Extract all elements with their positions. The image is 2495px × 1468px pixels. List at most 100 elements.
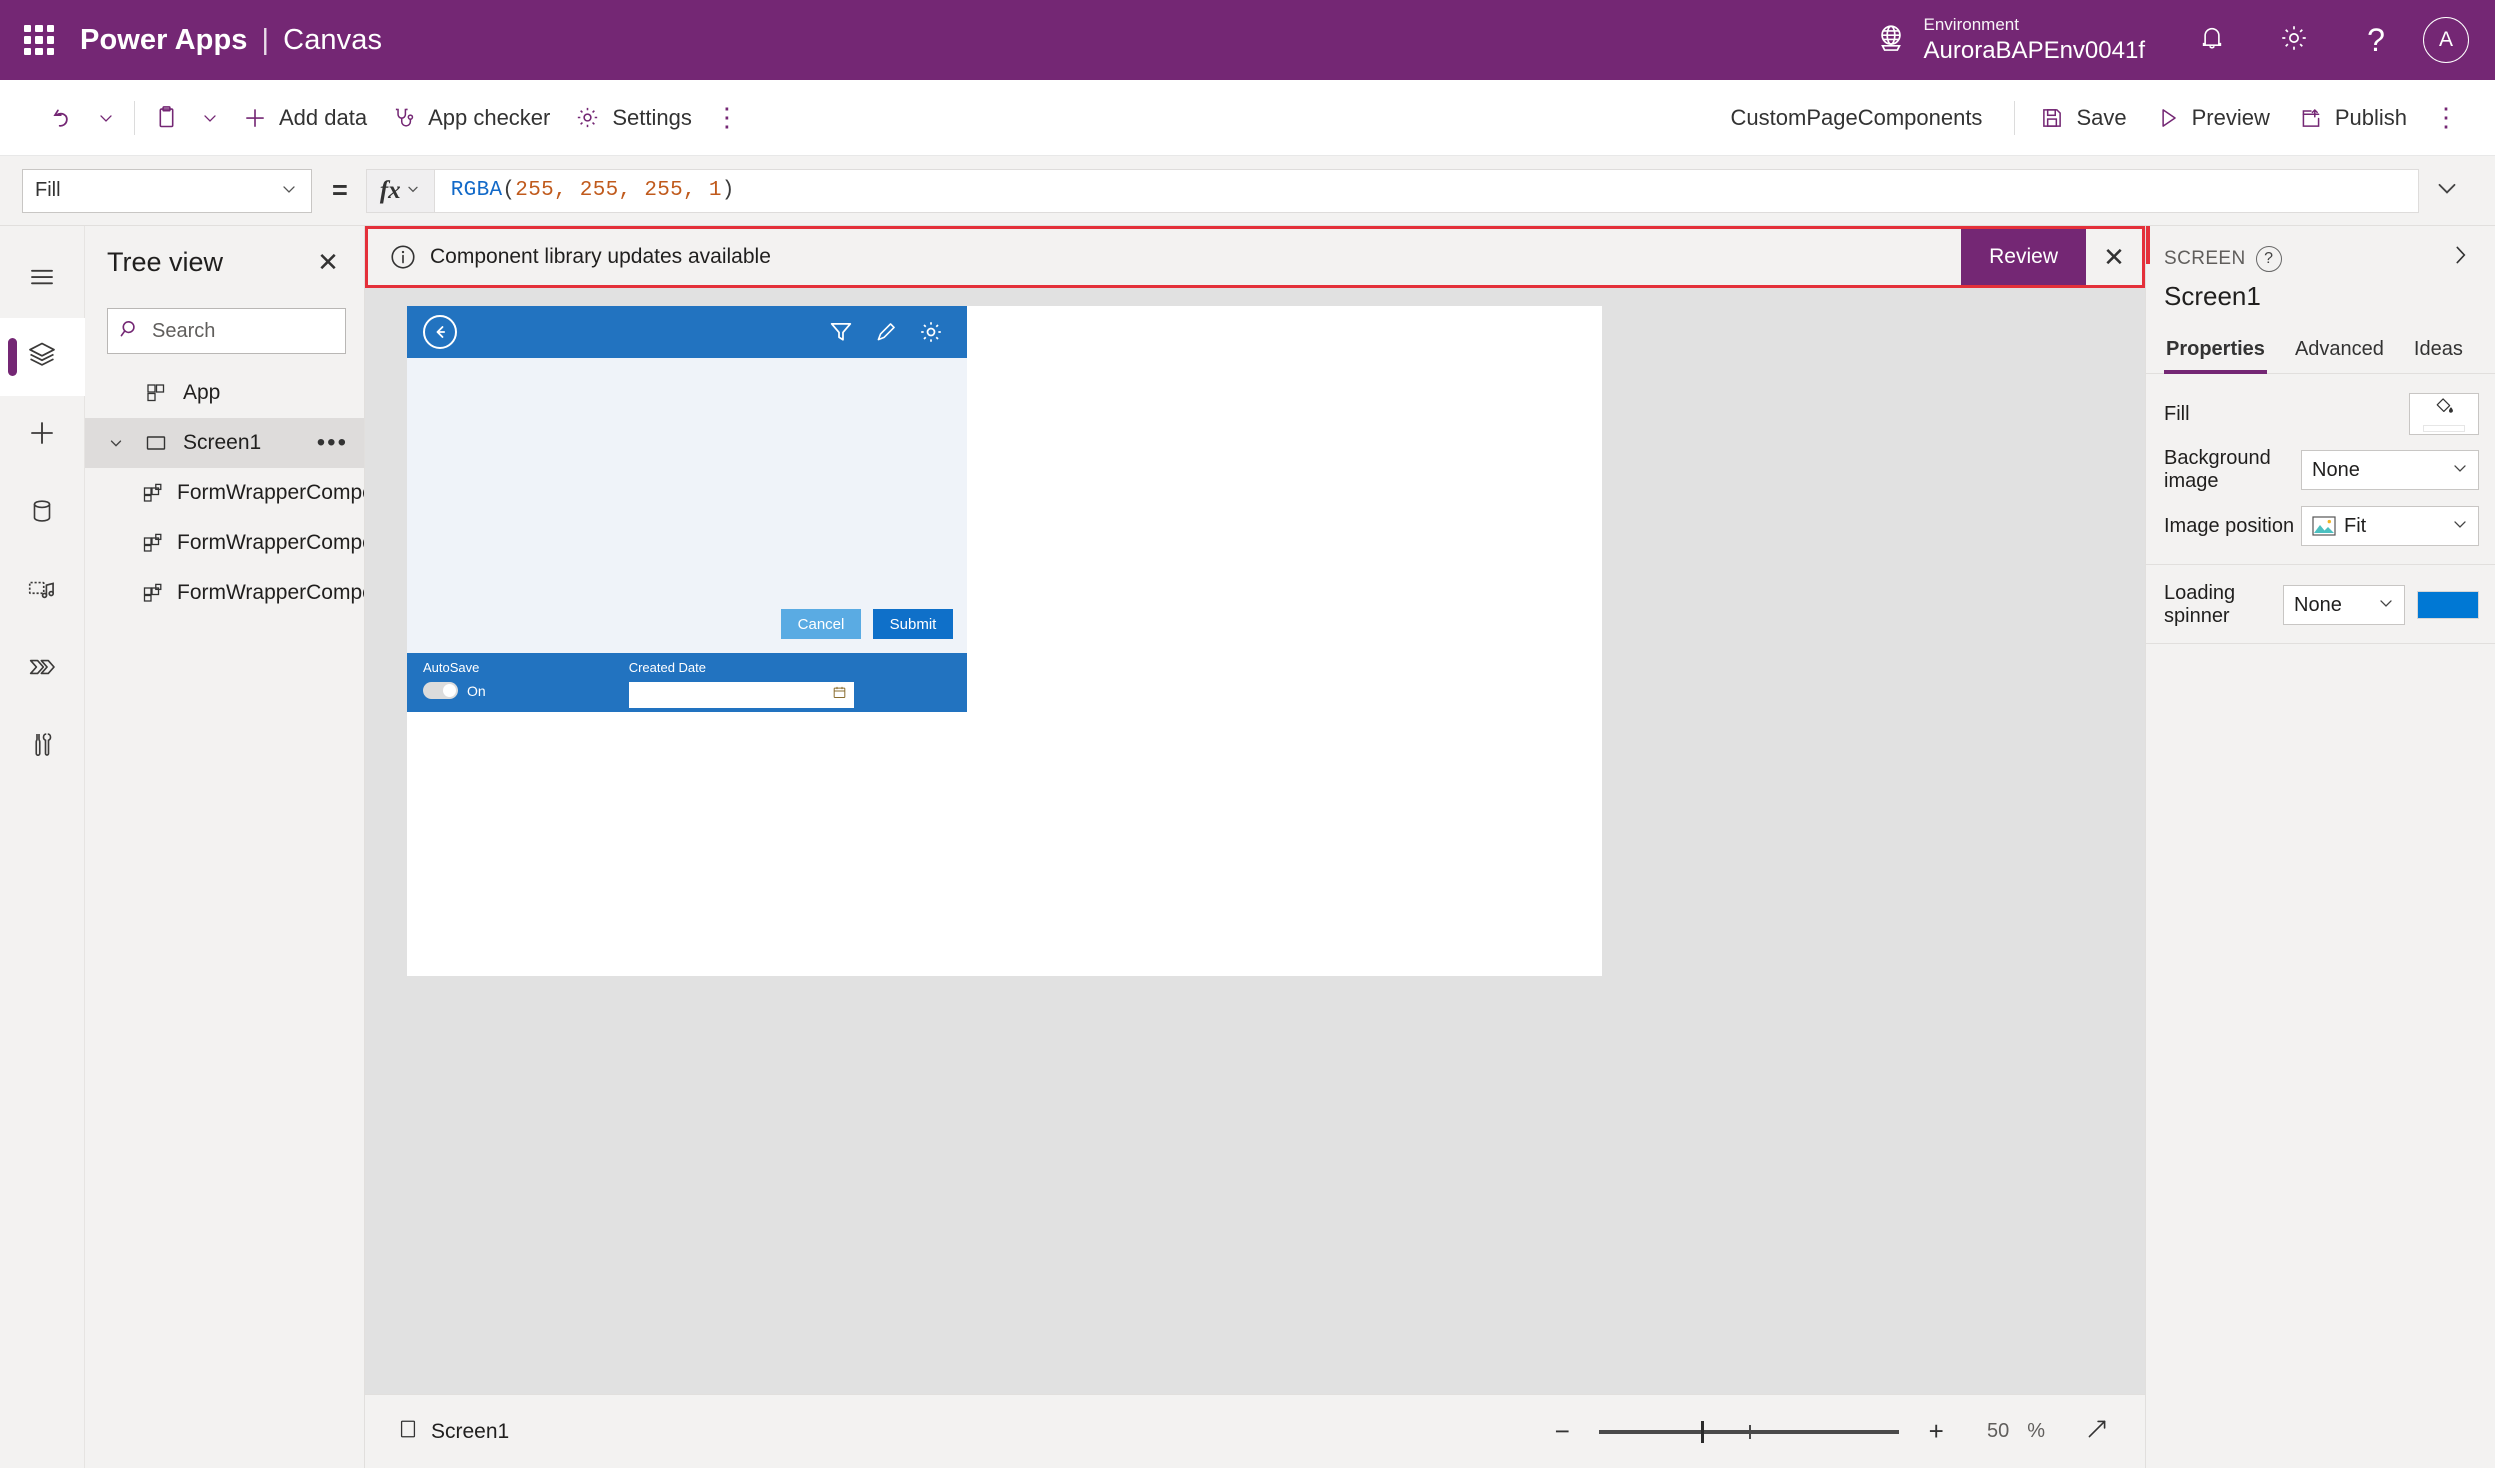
undo-button[interactable] bbox=[38, 93, 86, 143]
formula-close-paren: ) bbox=[721, 179, 735, 202]
cancel-button[interactable]: Cancel bbox=[781, 609, 861, 639]
environment-picker[interactable]: Environment AuroraBAPEnv0041f bbox=[1874, 14, 2171, 65]
property-selector[interactable]: Fill bbox=[22, 168, 312, 213]
properties-kicker: SCREEN ? bbox=[2164, 242, 2479, 275]
database-icon bbox=[27, 496, 57, 531]
stethoscope-icon bbox=[391, 105, 417, 131]
image-position-value: Fit bbox=[2344, 514, 2367, 537]
tab-advanced[interactable]: Advanced bbox=[2293, 332, 2386, 373]
zoom-out-button[interactable]: − bbox=[1543, 1413, 1581, 1451]
slider-thumb[interactable] bbox=[1701, 1420, 1705, 1443]
pencil-icon[interactable] bbox=[873, 319, 899, 345]
tree-item-formwrappercomponent-2[interactable]: FormWrapperComponent_2 bbox=[85, 518, 364, 568]
fit-to-screen-button[interactable] bbox=[2077, 1412, 2117, 1452]
tab-properties[interactable]: Properties bbox=[2164, 332, 2267, 374]
fill-color-button[interactable] bbox=[2409, 393, 2479, 435]
more-vertical-icon: ⋮ bbox=[713, 101, 740, 132]
tab-ideas[interactable]: Ideas bbox=[2412, 332, 2465, 373]
rail-item-tools[interactable] bbox=[0, 708, 85, 786]
environment-name: AuroraBAPEnv0041f bbox=[1923, 36, 2145, 64]
loading-spinner-dropdown[interactable]: None bbox=[2283, 585, 2405, 625]
avatar[interactable]: A bbox=[2423, 17, 2469, 63]
chevron-down-icon bbox=[96, 108, 116, 128]
rail-item-media[interactable] bbox=[0, 552, 85, 630]
back-arrow-icon[interactable] bbox=[423, 315, 457, 349]
add-data-button[interactable]: Add data bbox=[230, 93, 379, 143]
notifications-button[interactable] bbox=[2171, 0, 2253, 80]
close-icon[interactable]: ✕ bbox=[310, 244, 346, 280]
info-icon bbox=[386, 240, 420, 274]
chevron-down-icon bbox=[2432, 173, 2462, 208]
command-divider-right bbox=[2014, 100, 2016, 135]
toggle-track[interactable] bbox=[423, 682, 458, 699]
tree-item-formwrappercomponent-1[interactable]: FormWrapperComponent_1 bbox=[85, 468, 364, 518]
autosave-toggle[interactable]: On bbox=[423, 682, 486, 699]
form-wrapper-component-preview[interactable]: Cancel Submit AutoSave On Created Date bbox=[407, 306, 967, 712]
preview-label: Preview bbox=[2191, 104, 2270, 130]
rail-item-tree-view[interactable] bbox=[0, 318, 85, 396]
rail-item-data[interactable] bbox=[0, 474, 85, 552]
screen-icon bbox=[397, 1418, 419, 1446]
filter-icon[interactable] bbox=[827, 318, 855, 346]
settings-button-cmd[interactable]: Settings bbox=[562, 93, 704, 143]
image-position-dropdown[interactable]: Fit bbox=[2301, 506, 2479, 546]
undo-dropdown[interactable] bbox=[86, 93, 126, 143]
chevron-down-icon bbox=[279, 179, 299, 203]
properties-title: Screen1 bbox=[2164, 281, 2261, 311]
app-launcher-icon[interactable] bbox=[20, 21, 58, 59]
property-label-loading-spinner: Loading spinner bbox=[2164, 582, 2236, 627]
formula-expand-button[interactable] bbox=[2419, 173, 2475, 208]
help-button[interactable]: ? bbox=[2335, 0, 2417, 80]
review-button[interactable]: Review bbox=[1961, 229, 2086, 285]
gear-icon bbox=[574, 104, 601, 131]
gear-icon[interactable] bbox=[917, 318, 945, 346]
save-label: Save bbox=[2076, 104, 2127, 130]
close-icon[interactable]: ✕ bbox=[2086, 229, 2142, 285]
component-icon bbox=[141, 531, 165, 555]
canvas-stage[interactable]: Cancel Submit AutoSave On Created Date bbox=[365, 226, 2145, 1394]
background-image-dropdown[interactable]: None bbox=[2301, 450, 2479, 490]
rail-item-power-automate[interactable] bbox=[0, 630, 85, 708]
app-checker-label: App checker bbox=[428, 104, 551, 130]
search-box[interactable] bbox=[107, 308, 417, 354]
zoom-slider[interactable] bbox=[1599, 1419, 1900, 1445]
tree-item-formwrappercomponent-3[interactable]: FormWrapperComponent_3 bbox=[85, 568, 364, 618]
tree-item-label: Screen1 bbox=[183, 431, 262, 454]
save-button[interactable]: Save bbox=[2027, 93, 2138, 143]
calendar-icon[interactable] bbox=[832, 685, 847, 705]
app-checker-button[interactable]: App checker bbox=[379, 93, 562, 143]
properties-section-spinner: Loading spinner None bbox=[2146, 565, 2495, 644]
publish-button[interactable]: Publish bbox=[2286, 93, 2419, 143]
tree-view-header: Tree view ✕ bbox=[85, 226, 364, 298]
paste-button[interactable] bbox=[143, 93, 190, 143]
submit-button[interactable]: Submit bbox=[873, 609, 953, 639]
paste-dropdown[interactable] bbox=[190, 93, 230, 143]
created-date-input[interactable] bbox=[628, 682, 854, 708]
formula-input[interactable]: RGBA(255, 255, 255, 1) bbox=[433, 168, 2419, 213]
chevron-down-icon[interactable] bbox=[103, 434, 129, 452]
fill-color-band bbox=[2423, 425, 2465, 432]
canvas-area: Component library updates available Revi… bbox=[365, 226, 2145, 1468]
preview-button[interactable]: Preview bbox=[2143, 93, 2282, 143]
right-overflow-button[interactable]: ⋮ bbox=[2423, 93, 2469, 143]
loading-spinner-color-swatch[interactable] bbox=[2417, 591, 2479, 619]
rail-item-insert[interactable] bbox=[0, 396, 85, 474]
zoom-in-button[interactable]: + bbox=[1917, 1413, 1955, 1451]
tree-item-screen1[interactable]: Screen1 ••• bbox=[85, 418, 364, 468]
chevron-right-icon[interactable] bbox=[2441, 242, 2479, 275]
question-icon[interactable]: ? bbox=[2255, 245, 2282, 272]
settings-button[interactable] bbox=[2253, 0, 2335, 80]
rail-item-hamburger-menu[interactable] bbox=[0, 240, 85, 318]
chevron-down-icon bbox=[405, 181, 421, 200]
status-screen[interactable]: Screen1 bbox=[397, 1418, 509, 1446]
tree-item-app[interactable]: App bbox=[85, 368, 364, 418]
app-icon bbox=[141, 381, 171, 405]
command-overflow-button[interactable]: ⋮ bbox=[704, 93, 750, 143]
fx-button[interactable]: fx bbox=[365, 168, 434, 213]
question-icon: ? bbox=[2367, 22, 2385, 58]
media-icon bbox=[26, 573, 58, 610]
brand-bar-right: Environment AuroraBAPEnv0041f ? A bbox=[1874, 0, 2495, 80]
tree-item-overflow-icon[interactable]: ••• bbox=[317, 429, 354, 457]
app-canvas-screen[interactable]: Cancel Submit AutoSave On Created Date bbox=[407, 306, 1602, 976]
preview-body: Cancel Submit bbox=[407, 358, 967, 653]
